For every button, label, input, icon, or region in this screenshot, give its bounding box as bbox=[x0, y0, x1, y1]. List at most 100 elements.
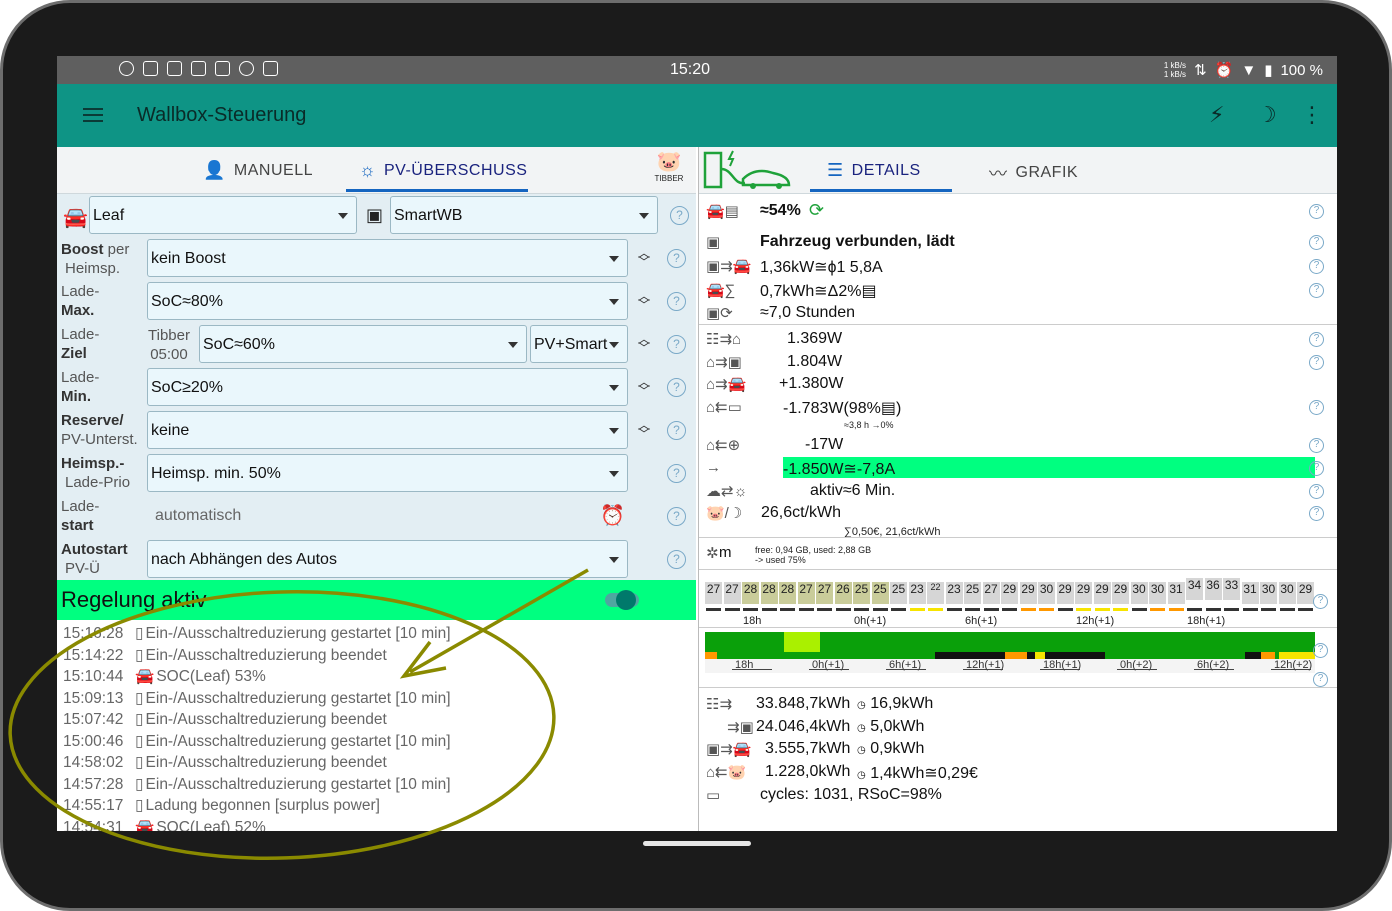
help-icon[interactable]: ? bbox=[667, 378, 686, 397]
help-icon[interactable]: ? bbox=[667, 464, 686, 483]
person-edit-icon: 👤 bbox=[203, 160, 226, 180]
lademax-select[interactable]: SoC≈80% bbox=[147, 282, 628, 320]
price-cell: 25 bbox=[853, 582, 870, 604]
price-cell: 30 bbox=[1149, 582, 1166, 604]
price-cell: 27 bbox=[705, 582, 722, 604]
wallbox-icon: ⇉▣ bbox=[727, 719, 754, 736]
phone-icon: ▯ bbox=[135, 711, 144, 728]
price-marker bbox=[835, 608, 851, 611]
boost-stepper[interactable]: ︿ ﹀ bbox=[637, 247, 651, 268]
price-cell: 29 bbox=[1001, 582, 1018, 604]
tab-indicator bbox=[346, 189, 528, 192]
log-time: 14:54:31 bbox=[63, 818, 124, 832]
lademax-stepper[interactable]: ︿ ﹀ bbox=[637, 290, 651, 311]
pv-forecast-strip bbox=[705, 632, 1315, 660]
solar-icon: ☷⇉ bbox=[706, 696, 733, 713]
price-marker bbox=[928, 608, 943, 611]
price-marker bbox=[1094, 608, 1110, 611]
help-icon[interactable]: ? bbox=[1309, 235, 1324, 250]
refresh-icon[interactable]: ⟳ bbox=[809, 200, 824, 221]
prio-select[interactable]: Heimsp. min. 50% bbox=[147, 454, 628, 492]
pv-forecast-axis: 18h 0h(+1) 6h(+1) 12h(+1) 18h(+1) 0h(+2) 6h(+2… bbox=[705, 659, 1315, 673]
home-indicator[interactable] bbox=[643, 841, 751, 846]
price-cell: 29 bbox=[1019, 582, 1037, 604]
help-icon[interactable]: ? bbox=[667, 249, 686, 268]
regelung-toggle-knob[interactable] bbox=[616, 590, 636, 610]
price-cell: 29 bbox=[1093, 582, 1111, 604]
device-row: 🚘 Leaf ▣ SmartWB ? bbox=[57, 195, 696, 237]
ladeziel-mode-select[interactable]: PV+Smart bbox=[530, 325, 628, 363]
boost-select[interactable]: kein Boost bbox=[147, 239, 628, 277]
reserve-select[interactable]: keine bbox=[147, 411, 628, 449]
log-entry: 15:00:46 ▯ Ein-/Ausschaltreduzierung gesta… bbox=[63, 732, 451, 751]
clock: 15:20 bbox=[670, 61, 711, 78]
tab-manuell[interactable]: 👤 MANUELL bbox=[203, 160, 313, 181]
strip-tick: 6h(+2) bbox=[1193, 659, 1235, 671]
help-icon[interactable]: ? bbox=[1313, 594, 1328, 609]
help-icon[interactable]: ? bbox=[1309, 400, 1324, 415]
wallbox-icon: ▣ bbox=[366, 205, 384, 225]
network-speed: 1 kB/s 1 kB/s bbox=[1163, 61, 1187, 79]
tab-grafik[interactable]: 〰 GRAFIK bbox=[989, 160, 1078, 186]
wallbox-select[interactable]: SmartWB bbox=[390, 196, 658, 234]
tab-pv-ueberschuss[interactable]: ☼ PV-ÜBERSCHUSS bbox=[359, 160, 527, 181]
price-marker bbox=[1168, 608, 1184, 611]
alarm-clock-icon[interactable]: ⏰ bbox=[600, 503, 625, 528]
help-icon[interactable]: ? bbox=[1309, 259, 1324, 274]
price-marker bbox=[1113, 608, 1128, 611]
left-pane: 👤 MANUELL ☼ PV-ÜBERSCHUSS 🐷 TIBBER 🚘 Lea… bbox=[57, 147, 696, 831]
price-marker bbox=[1057, 608, 1073, 611]
help-icon[interactable]: ? bbox=[1309, 204, 1324, 219]
tibber-button[interactable]: 🐷 TIBBER bbox=[651, 149, 687, 183]
help-icon[interactable]: ? bbox=[667, 507, 686, 526]
price-tick: 18h(+1) bbox=[1187, 615, 1226, 627]
price-marker bbox=[854, 608, 869, 611]
car-select[interactable]: Leaf bbox=[89, 196, 357, 234]
prio-row: Heimsp.- Lade-Prio Heimsp. min. 50% ? bbox=[57, 452, 696, 495]
help-icon[interactable]: ? bbox=[667, 292, 686, 311]
phone-icon: ▯ bbox=[135, 754, 144, 771]
more-options-icon[interactable]: ⋮ bbox=[1301, 102, 1323, 128]
strip-now-segment bbox=[784, 632, 820, 652]
phone-icon: ▯ bbox=[135, 775, 144, 793]
home-tibber-icon: ⌂⇇🐷 bbox=[706, 764, 747, 781]
help-icon[interactable]: ? bbox=[1309, 506, 1324, 521]
help-icon[interactable]: ? bbox=[667, 550, 686, 569]
reserve-stepper[interactable]: ︿ ﹀ bbox=[637, 419, 651, 440]
strip-segment bbox=[1245, 652, 1261, 659]
help-icon[interactable]: ? bbox=[1309, 355, 1324, 370]
help-icon[interactable]: ? bbox=[667, 421, 686, 440]
phone-icon: ▯ bbox=[135, 797, 144, 814]
autostart-select[interactable]: nach Abhängen des Autos bbox=[147, 540, 628, 578]
menu-icon[interactable] bbox=[83, 108, 103, 122]
help-icon[interactable]: ? bbox=[1309, 283, 1324, 298]
help-icon[interactable]: ? bbox=[1313, 672, 1328, 687]
alarm-app-icon bbox=[191, 61, 206, 76]
event-log[interactable]: 15:16:28 ▯ Ein-/Ausschaltreduzierung gesta… bbox=[57, 620, 696, 831]
help-icon[interactable]: ? bbox=[667, 335, 686, 354]
alarm-icon: ⏰ bbox=[1214, 62, 1234, 79]
help-icon[interactable]: ? bbox=[1309, 461, 1324, 476]
night-mode-icon[interactable]: ☽ bbox=[1257, 102, 1277, 128]
ladeziel-select[interactable]: SoC≈60% bbox=[199, 325, 527, 363]
help-icon[interactable]: ? bbox=[1309, 438, 1324, 453]
price-cell: 27 bbox=[982, 582, 1000, 604]
log-entry: 15:10:44 🚘 SOC(Leaf) 53% bbox=[63, 667, 266, 686]
tab-details[interactable]: ☰ DETAILS bbox=[827, 160, 921, 181]
lightning-icon[interactable]: ⚡ bbox=[1209, 102, 1224, 128]
lademin-select[interactable]: SoC≥20% bbox=[147, 368, 628, 406]
log-entry: 15:14:22 ▯ Ein-/Ausschaltreduzierung beend… bbox=[63, 646, 387, 665]
help-icon[interactable]: ? bbox=[1313, 643, 1328, 658]
right-tabs: ☰ DETAILS 〰 GRAFIK bbox=[699, 147, 1337, 194]
help-icon[interactable]: ? bbox=[1309, 484, 1324, 499]
arrow-right-icon: → bbox=[706, 459, 721, 476]
price-cell: 29 bbox=[1056, 582, 1074, 604]
price-tick: 18h bbox=[743, 615, 762, 627]
help-icon[interactable]: ? bbox=[1309, 332, 1324, 347]
ladeziel-stepper[interactable]: ︿ ﹀ bbox=[637, 333, 651, 354]
help-icon[interactable]: ? bbox=[670, 206, 689, 225]
phone-icon: ▯ bbox=[135, 646, 144, 664]
wallbox-to-car-icon: ▣⇉🚘 bbox=[706, 258, 752, 275]
lademin-stepper[interactable]: ︿ ﹀ bbox=[637, 376, 651, 397]
strip-segment bbox=[1005, 652, 1027, 659]
